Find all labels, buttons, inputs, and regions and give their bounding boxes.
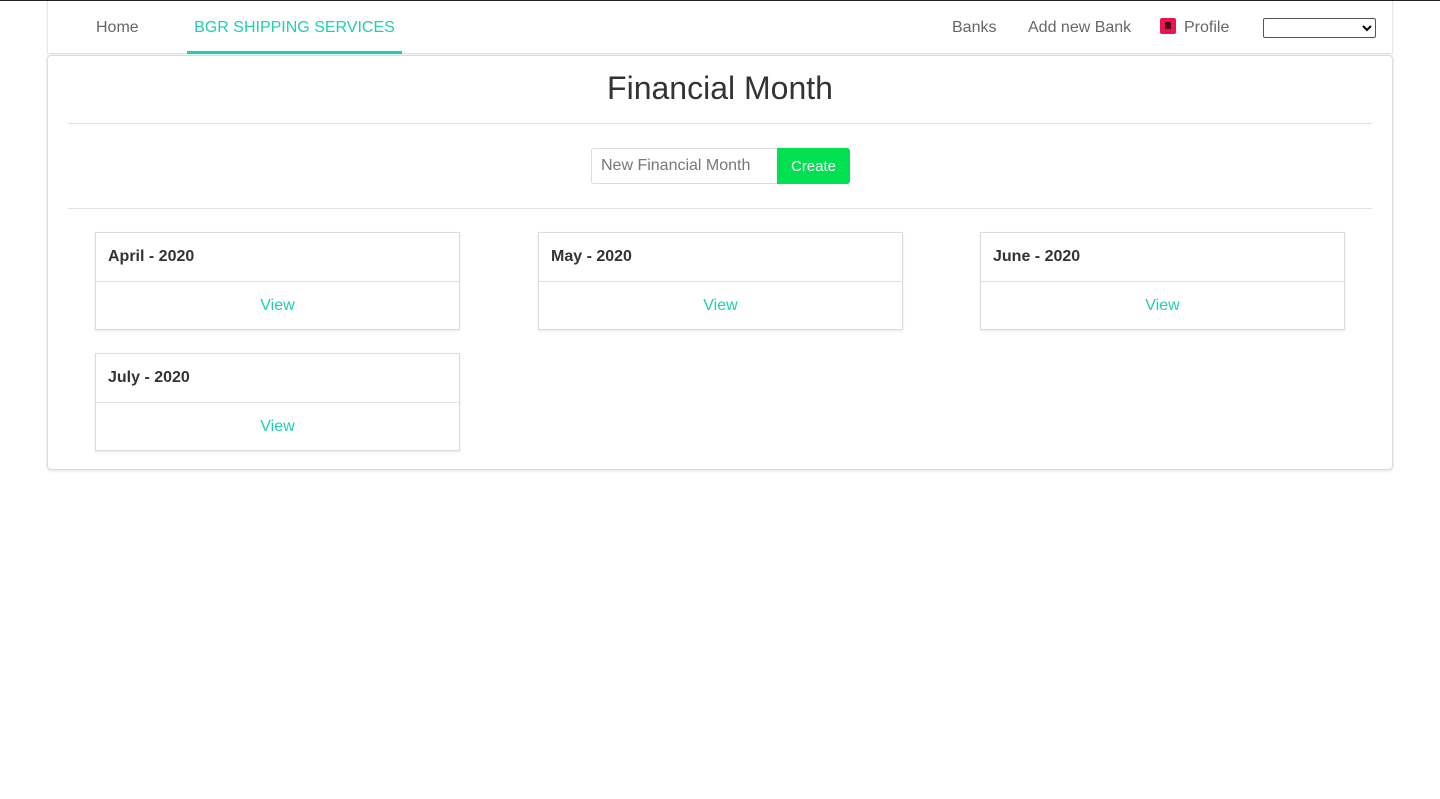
month-card-title: April - 2020 [96, 233, 459, 282]
nav-dropdown-select[interactable] [1263, 18, 1376, 38]
nav-brand-tab[interactable]: BGR SHIPPING SERVICES [187, 1, 402, 54]
month-view-link[interactable]: View [96, 282, 459, 329]
create-button[interactable]: Create [777, 148, 850, 184]
nav-profile-link[interactable]: Profile [1160, 1, 1229, 54]
title-divider [68, 123, 1372, 124]
page: Home BGR SHIPPING SERVICES Banks Add new… [0, 0, 1440, 799]
month-view-link[interactable]: View [539, 282, 902, 329]
month-card-title: July - 2020 [96, 354, 459, 403]
month-card: May - 2020 View [538, 232, 903, 330]
month-card: July - 2020 View [95, 353, 460, 451]
financial-month-panel: Financial Month Create April - 2020 View… [47, 55, 1393, 470]
profile-avatar-icon [1160, 18, 1176, 34]
month-view-link[interactable]: View [96, 403, 459, 450]
month-view-link[interactable]: View [981, 282, 1344, 329]
nav-profile-label: Profile [1184, 19, 1230, 36]
month-card: April - 2020 View [95, 232, 460, 330]
page-title: Financial Month [607, 70, 833, 106]
nav-banks-link[interactable]: Banks [952, 1, 996, 54]
month-card-title: May - 2020 [539, 233, 902, 282]
new-financial-month-input[interactable] [591, 148, 778, 184]
top-navbar: Home BGR SHIPPING SERVICES Banks Add new… [47, 1, 1393, 54]
month-card-title: June - 2020 [981, 233, 1344, 282]
form-divider [68, 208, 1372, 209]
nav-add-bank-link[interactable]: Add new Bank [1028, 1, 1131, 54]
month-card: June - 2020 View [980, 232, 1345, 330]
nav-home-link[interactable]: Home [96, 1, 139, 54]
